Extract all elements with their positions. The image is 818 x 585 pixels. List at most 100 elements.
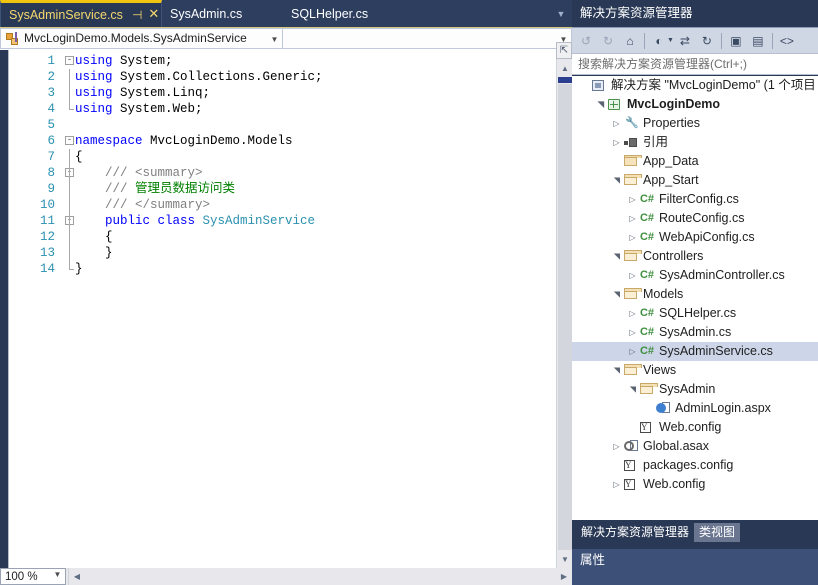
home-button[interactable]: ⌂ — [619, 30, 641, 52]
panel-tab-类视图[interactable]: 类视图 — [694, 522, 741, 542]
member-dropdown[interactable]: ▼ — [283, 28, 572, 49]
panel-tab-解决方案资源管理器[interactable]: 解决方案资源管理器 — [576, 523, 694, 542]
expander-collapsed-icon[interactable]: ▷ — [626, 345, 639, 358]
line-number: 6 — [47, 134, 55, 148]
tree-item-global-asax[interactable]: ▷ Global.asax — [572, 437, 818, 456]
fold-toggle-icon[interactable]: - — [65, 136, 74, 145]
folder-icon — [623, 154, 642, 169]
refresh-button[interactable]: ↻ — [696, 30, 718, 52]
view-code-button[interactable]: <> — [776, 30, 798, 52]
type-dropdown[interactable]: MvcLoginDemo.Models.SysAdminService ▼ — [0, 28, 283, 49]
fold-guide-line — [69, 69, 70, 85]
pending-changes-icon: ◐ — [655, 33, 663, 48]
csharp-file-icon: C# — [639, 212, 655, 224]
expander-collapsed-icon[interactable]: ▷ — [626, 269, 639, 282]
csharp-file-icon: C# — [639, 326, 655, 338]
tree-item--[interactable]: ▷ 引用 — [572, 133, 818, 152]
tree-item-controllers[interactable]: ◢ Controllers — [572, 247, 818, 266]
tree-item-web-config[interactable]: Web.config — [572, 418, 818, 437]
code-text: using System; — [75, 53, 173, 69]
fold-guide-line — [69, 85, 70, 101]
code-token: { — [75, 150, 83, 164]
expander-collapsed-icon[interactable]: ▷ — [626, 307, 639, 320]
expander-expanded-icon[interactable]: ◢ — [610, 174, 623, 187]
expander-collapsed-icon[interactable]: ▷ — [626, 212, 639, 225]
tree-item-sqlhelper-cs[interactable]: ▷ C# SQLHelper.cs — [572, 304, 818, 323]
pin-icon[interactable]: ⊣ — [132, 9, 142, 21]
fold-guide-line — [69, 229, 70, 245]
pending-changes-button[interactable]: ◐ — [648, 30, 670, 52]
tree-item-webapiconfig-cs[interactable]: ▷ C# WebApiConfig.cs — [572, 228, 818, 247]
fold-guide-line — [69, 213, 70, 229]
expander-expanded-icon[interactable]: ◢ — [610, 250, 623, 263]
solution-explorer-tree[interactable]: 解决方案 "MvcLoginDemo" (1 个项目 ◢ MvcLoginDemo ▷… — [572, 76, 818, 520]
collapse-all-button[interactable]: ▣ — [725, 30, 747, 52]
tree-item-mvclogindemo[interactable]: ◢ MvcLoginDemo — [572, 95, 818, 114]
code-line: 4 using System.Web; — [9, 101, 556, 117]
code-editor[interactable]: 1- using System; 2 using System.Collections… — [8, 50, 556, 568]
tree-item-models[interactable]: ◢ Models — [572, 285, 818, 304]
solution-explorer-search-input[interactable]: 搜索解决方案资源管理器(Ctrl+;) — [572, 53, 818, 75]
expander-collapsed-icon[interactable]: ▷ — [610, 136, 623, 149]
document-tab-sqlhelper[interactable]: SQLHelper.cs — [283, 1, 403, 27]
csharp-file-icon: C# — [639, 193, 655, 205]
expander-collapsed-icon[interactable]: ▷ — [610, 117, 623, 130]
split-editor-icon[interactable]: ⇱ — [556, 42, 572, 59]
expander-expanded-icon[interactable]: ◢ — [594, 98, 607, 111]
sync-with-editor-button[interactable]: ⇄ — [674, 30, 696, 52]
code-token: System.Linq; — [120, 86, 211, 100]
tree-item-filterconfig-cs[interactable]: ▷ C# FilterConfig.cs — [572, 190, 818, 209]
expander-collapsed-icon[interactable]: ▷ — [610, 440, 623, 453]
chevron-left-icon[interactable]: ◀ — [69, 568, 85, 585]
expander-expanded-icon[interactable]: ◢ — [610, 288, 623, 301]
chevron-down-icon[interactable]: ▼ — [557, 552, 573, 568]
tree-item-adminlogin-aspx[interactable]: AdminLogin.aspx — [572, 399, 818, 418]
folder-open-icon — [623, 363, 642, 378]
expander-collapsed-icon[interactable]: ▷ — [626, 231, 639, 244]
tree-item-packages-config[interactable]: packages.config — [572, 456, 818, 475]
code-line: 10 /// </summary> — [9, 197, 556, 213]
tree-item-app-start[interactable]: ◢ App_Start — [572, 171, 818, 190]
fold-toggle-icon[interactable]: - — [65, 56, 74, 65]
solution-explorer-bottom-tabs: 解决方案资源管理器 类视图 — [572, 521, 818, 543]
expander-collapsed-icon[interactable]: ▷ — [610, 478, 623, 491]
code-text: } — [75, 261, 83, 277]
tree-item-routeconfig-cs[interactable]: ▷ C# RouteConfig.cs — [572, 209, 818, 228]
zoom-level-dropdown[interactable]: 100 % ▼ — [0, 568, 66, 585]
tree-item-views[interactable]: ◢ Views — [572, 361, 818, 380]
tree-item-sysadmin-cs[interactable]: ▷ C# SysAdmin.cs — [572, 323, 818, 342]
expander-collapsed-icon[interactable]: ▷ — [626, 326, 639, 339]
scrollbar-thumb[interactable] — [558, 77, 572, 83]
document-tab-sysadmin[interactable]: SysAdmin.cs — [162, 1, 274, 27]
document-tab-sysadminservice[interactable]: SysAdminService.cs ⊣ ✕ — [0, 0, 162, 27]
expander-expanded-icon[interactable]: ◢ — [610, 364, 623, 377]
tree-item-sysadmin[interactable]: ◢ SysAdmin — [572, 380, 818, 399]
solution-explorer-toolbar: ↺ ↻ ⌂ ◐ ▼ ⇄ ↻ ▣ ▤ <> — [572, 27, 818, 53]
editor-vertical-scrollbar[interactable]: ⇱ ▲ ▼ — [556, 42, 573, 568]
csharp-file-icon: C# — [639, 307, 655, 319]
code-line: 8- /// <summary> — [9, 165, 556, 181]
tree-item-web-config[interactable]: ▷ Web.config — [572, 475, 818, 494]
scrollbar-track[interactable] — [558, 84, 572, 550]
chevron-down-icon[interactable]: ▼ — [267, 29, 282, 48]
expander-collapsed-icon[interactable]: ▷ — [626, 193, 639, 206]
editor-horizontal-scrollbar[interactable]: ◀ ▶ — [68, 568, 572, 585]
tree-item-sysadmincontroller-cs[interactable]: ▷ C# SysAdminController.cs — [572, 266, 818, 285]
code-token: </summary> — [135, 198, 211, 212]
chevron-down-icon[interactable]: ▼ — [554, 7, 568, 21]
code-text: public class SysAdminService — [75, 213, 315, 229]
expander-expanded-icon[interactable]: ◢ — [626, 383, 639, 396]
line-number: 10 — [39, 198, 55, 212]
class-icon — [5, 31, 21, 47]
close-icon[interactable]: ✕ — [148, 8, 159, 21]
tree-item--mvclogindemo-1-[interactable]: 解决方案 "MvcLoginDemo" (1 个项目 — [572, 76, 818, 95]
chevron-down-icon[interactable]: ▼ — [50, 567, 65, 585]
tree-item-sysadminservice-cs[interactable]: ▷ C# SysAdminService.cs — [572, 342, 818, 361]
chevron-right-icon[interactable]: ▶ — [556, 568, 572, 585]
line-number: 2 — [47, 70, 55, 84]
show-all-files-button[interactable]: ▤ — [747, 30, 769, 52]
chevron-up-icon[interactable]: ▲ — [557, 61, 573, 77]
tree-item-properties[interactable]: ▷ 🔧 Properties — [572, 114, 818, 133]
tree-item-app-data[interactable]: App_Data — [572, 152, 818, 171]
line-number: 8 — [47, 166, 55, 180]
